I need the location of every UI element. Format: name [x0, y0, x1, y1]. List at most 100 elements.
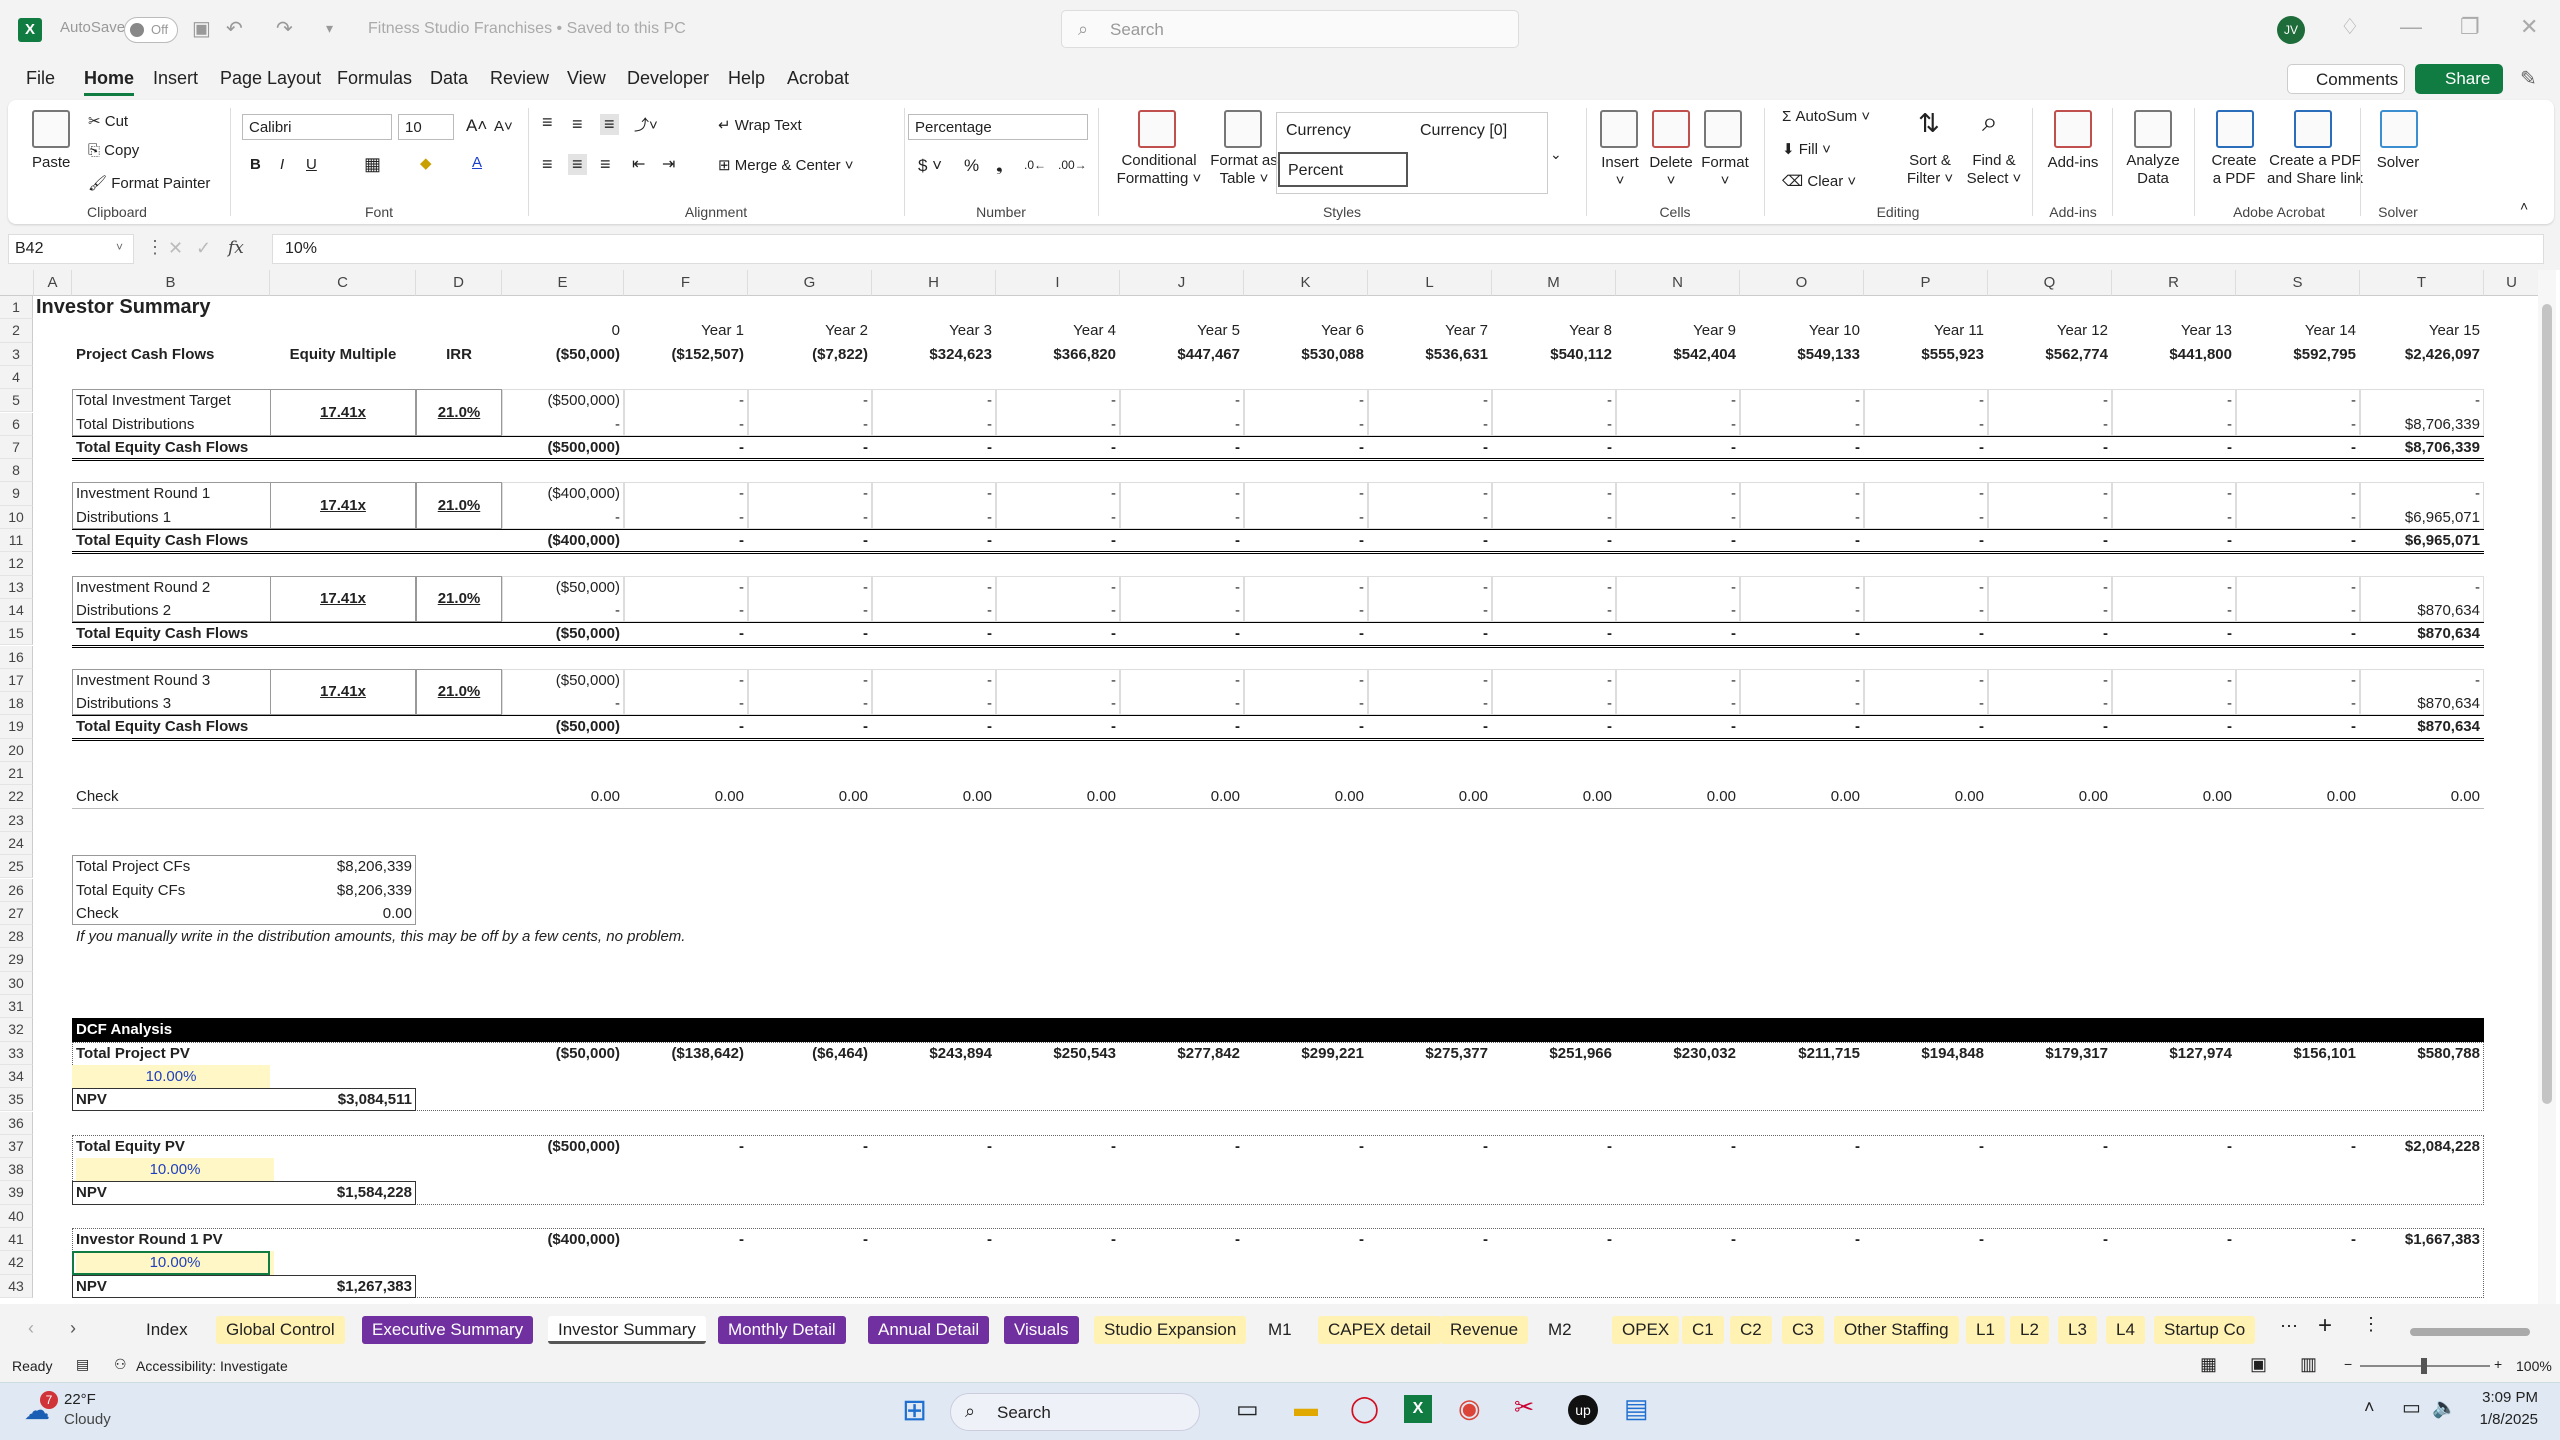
sheet-tab-investor-summary[interactable]: Investor Summary — [548, 1316, 706, 1344]
dash-cell[interactable]: - — [1988, 506, 2112, 529]
dash-cell[interactable]: - — [2236, 1135, 2360, 1158]
dash-cell[interactable]: - — [1244, 506, 1368, 529]
row-header[interactable]: 3 — [0, 342, 33, 366]
dash-cell[interactable]: - — [624, 715, 748, 738]
dash-cell[interactable]: - — [1988, 622, 2112, 645]
insert-function-icon[interactable]: fx — [228, 238, 244, 258]
dash-cell[interactable]: - — [1244, 436, 1368, 459]
dash-cell[interactable]: - — [748, 482, 872, 505]
dash-cell[interactable]: - — [2236, 413, 2360, 436]
total-value[interactable]: ($50,000) — [502, 622, 624, 645]
horizontal-scrollbar[interactable] — [2410, 1328, 2530, 1336]
dash-cell[interactable]: - — [1492, 1228, 1616, 1251]
investment-label[interactable]: Investment Round 1 — [72, 482, 270, 505]
dash-cell[interactable]: - — [2236, 622, 2360, 645]
summary-value[interactable]: 0.00 — [270, 902, 416, 925]
dash-cell[interactable]: - — [1368, 1135, 1492, 1158]
row-header[interactable]: 29 — [0, 948, 33, 972]
comma-style-icon[interactable]: ❟ — [996, 156, 1003, 176]
dash-cell[interactable]: - — [1740, 669, 1864, 692]
document-title[interactable]: Fitness Studio Franchises • Saved to thi… — [368, 20, 686, 38]
dash-cell[interactable]: - — [1740, 576, 1864, 599]
select-all-corner[interactable] — [0, 270, 34, 296]
row-header[interactable]: 2 — [0, 319, 33, 343]
dash-cell[interactable]: - — [1988, 529, 2112, 552]
tab-home[interactable]: Home — [84, 68, 135, 96]
dash-cell[interactable]: - — [1244, 1135, 1368, 1158]
paste-button[interactable]: Paste — [32, 154, 70, 172]
dash-cell[interactable]: - — [1988, 599, 2112, 622]
align-center-icon[interactable]: ≡ — [568, 154, 587, 175]
year-header[interactable]: Year 2 — [748, 319, 872, 342]
dash-cell[interactable]: - — [1988, 1135, 2112, 1158]
dash-cell[interactable]: - — [872, 506, 996, 529]
row-header[interactable]: 37 — [0, 1134, 33, 1159]
file-explorer-icon[interactable]: ▬ — [1294, 1395, 1318, 1423]
dash-cell[interactable]: - — [1740, 1228, 1864, 1251]
format-cells-button[interactable]: Format ˅ — [1700, 154, 1750, 190]
row-header[interactable]: 20 — [0, 738, 33, 762]
tab-developer[interactable]: Developer — [627, 68, 709, 89]
check-value[interactable]: 0.00 — [996, 785, 1120, 808]
check-value[interactable]: 0.00 — [624, 785, 748, 808]
row-header[interactable]: 18 — [0, 692, 33, 716]
project-cash-flow-value[interactable]: $441,800 — [2112, 343, 2236, 366]
check-value[interactable]: 0.00 — [2360, 785, 2484, 808]
dash-cell[interactable]: - — [1864, 692, 1988, 715]
dash-cell[interactable]: - — [872, 622, 996, 645]
dash-cell[interactable]: - — [2112, 599, 2236, 622]
decrease-decimal-icon[interactable]: .00→ — [1058, 158, 1087, 172]
dash-cell[interactable]: - — [1988, 576, 2112, 599]
dash-cell[interactable]: - — [1492, 576, 1616, 599]
dash-cell[interactable]: - — [1244, 529, 1368, 552]
dash-cell[interactable]: - — [1244, 599, 1368, 622]
align-bottom-icon[interactable]: ≡ — [600, 114, 619, 135]
dash-cell[interactable]: - — [1368, 576, 1492, 599]
project-cash-flow-value[interactable]: $366,820 — [996, 343, 1120, 366]
year-header[interactable]: Year 10 — [1740, 319, 1864, 342]
dash-cell[interactable]: - — [748, 669, 872, 692]
dash-cell[interactable]: - — [1368, 506, 1492, 529]
year-header[interactable]: Year 3 — [872, 319, 996, 342]
irr-value[interactable]: 21.0% — [416, 587, 502, 610]
column-header-c[interactable]: C — [270, 270, 416, 296]
next-sheet-icon[interactable]: › — [70, 1318, 76, 1339]
dash-cell[interactable]: - — [872, 436, 996, 459]
total-year15[interactable]: $870,634 — [2360, 622, 2484, 645]
dash-cell[interactable]: - — [2112, 622, 2236, 645]
dash-cell[interactable]: - — [2236, 436, 2360, 459]
check-value[interactable]: 0.00 — [502, 785, 624, 808]
column-header-t[interactable]: T — [2360, 270, 2484, 296]
dcf-title[interactable]: DCF Analysis — [72, 1018, 270, 1041]
tab-help[interactable]: Help — [728, 68, 765, 89]
dash-cell[interactable]: - — [996, 576, 1120, 599]
comments-button[interactable]: Comments — [2287, 64, 2405, 94]
dash-cell[interactable]: - — [1616, 1135, 1740, 1158]
dash-cell[interactable]: - — [1864, 1135, 1988, 1158]
dash-cell[interactable]: - — [1740, 436, 1864, 459]
dash-cell[interactable]: - — [1492, 436, 1616, 459]
row-header[interactable]: 43 — [0, 1274, 33, 1298]
tab-insert[interactable]: Insert — [153, 68, 198, 89]
dash-cell[interactable]: - — [2236, 692, 2360, 715]
upwork-icon[interactable]: up — [1568, 1395, 1598, 1425]
row-header[interactable]: 8 — [0, 459, 33, 483]
dash-cell[interactable]: - — [624, 436, 748, 459]
summary-value[interactable]: $8,206,339 — [270, 879, 416, 902]
worksheet-grid[interactable]: ABCDEFGHIJKLMNOPQRSTU 1 2 3 4 5 6 7 8 9 10 11 12 13 1… — [0, 270, 2560, 1304]
sheet-tab-m1[interactable]: M1 — [1258, 1316, 1302, 1344]
dash-cell[interactable]: - — [748, 692, 872, 715]
dash-cell[interactable]: - — [2360, 389, 2484, 412]
project-cash-flow-value[interactable]: $555,923 — [1864, 343, 1988, 366]
tab-page-layout[interactable]: Page Layout — [220, 68, 321, 89]
dash-cell[interactable]: - — [996, 1228, 1120, 1251]
project-cash-flow-value[interactable]: $447,467 — [1120, 343, 1244, 366]
check-value[interactable]: 0.00 — [1864, 785, 1988, 808]
summary-label[interactable]: Check — [72, 902, 270, 925]
dash-cell[interactable]: - — [1864, 506, 1988, 529]
dash-cell[interactable]: - — [996, 1135, 1120, 1158]
dash-cell[interactable]: - — [1120, 413, 1244, 436]
dash-cell[interactable]: - — [1616, 715, 1740, 738]
tab-data[interactable]: Data — [430, 68, 468, 89]
dash-cell[interactable]: - — [872, 482, 996, 505]
